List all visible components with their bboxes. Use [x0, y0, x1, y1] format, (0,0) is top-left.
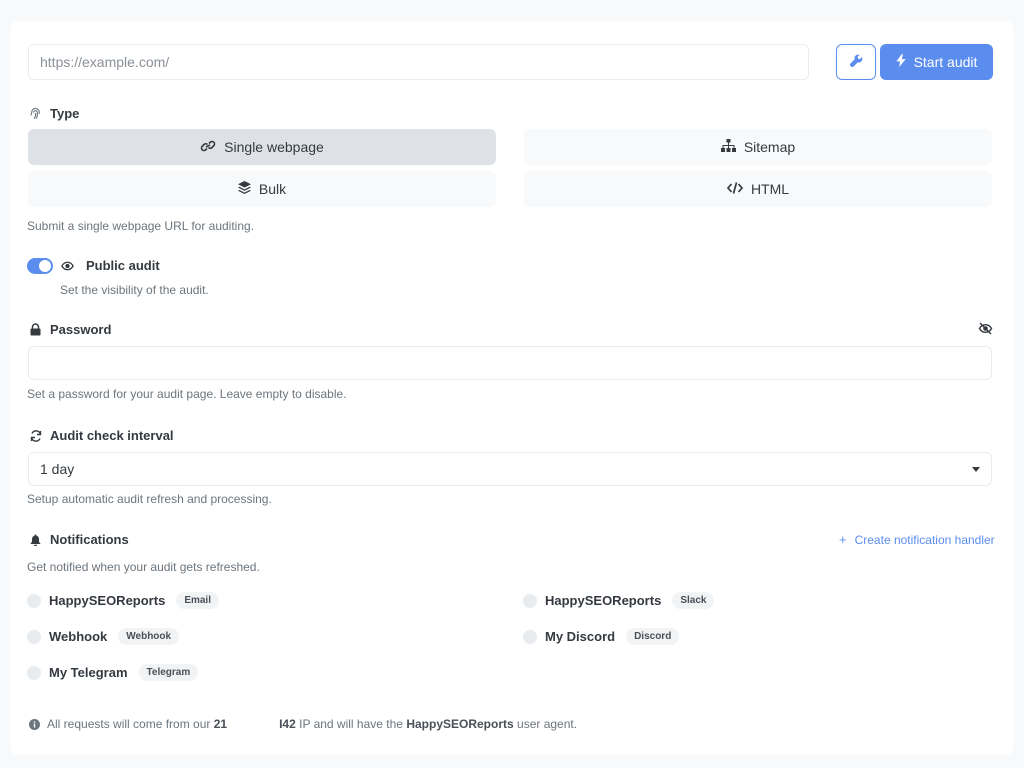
advanced-settings-button[interactable] — [836, 44, 876, 80]
notification-handler-name: My Telegram — [49, 665, 128, 680]
interval-heading: Audit check interval — [29, 428, 174, 443]
footer-ip-part-2: I42 — [279, 717, 296, 731]
type-label: Type — [50, 106, 80, 121]
bolt-icon — [895, 54, 906, 70]
notification-handler-tag: Email — [176, 592, 219, 609]
notification-handler-item[interactable]: Webhook Webhook — [27, 628, 180, 645]
notification-handler-tag: Slack — [672, 592, 715, 609]
chevron-down-icon — [972, 466, 980, 472]
lock-icon — [29, 323, 42, 336]
notification-handler-item[interactable]: HappySEOReports Slack — [523, 592, 715, 609]
notification-handler-tag: Webhook — [118, 628, 180, 645]
type-bulk-label: Bulk — [258, 181, 287, 197]
create-notification-handler-label: Create notification handler — [854, 532, 995, 547]
notification-handler-item[interactable]: My Telegram Telegram — [27, 664, 199, 681]
type-help-text: Submit a single webpage URL for auditing… — [27, 219, 255, 233]
notification-handler-name: Webhook — [49, 629, 108, 644]
bell-icon — [29, 533, 42, 546]
type-html-button[interactable]: HTML — [524, 171, 992, 207]
notification-handler-name: HappySEOReports — [49, 593, 166, 608]
notification-handler-radio[interactable] — [523, 593, 537, 608]
footer-text-3: user agent. — [517, 717, 578, 731]
notification-handler-radio[interactable] — [27, 629, 41, 644]
footer-ip-part-1: 21 — [213, 717, 228, 731]
notification-handler-radio[interactable] — [27, 665, 41, 680]
url-input[interactable] — [28, 44, 809, 80]
footer-text-2: IP and will have the — [299, 717, 403, 731]
notification-handler-name: HappySEOReports — [545, 593, 662, 608]
wrench-icon — [849, 54, 863, 71]
plus-icon: + — [839, 532, 847, 547]
footer-text-1: All requests will come from our — [47, 717, 211, 731]
notification-handler-radio[interactable] — [27, 593, 41, 608]
password-heading: Password — [29, 322, 111, 337]
notifications-label: Notifications — [50, 532, 129, 547]
notifications-heading: Notifications — [29, 532, 129, 547]
interval-selected-value: 1 day — [40, 461, 75, 477]
type-sitemap-label: Sitemap — [743, 139, 796, 155]
start-audit-label: Start audit — [913, 54, 978, 70]
interval-help: Setup automatic audit refresh and proces… — [27, 492, 272, 506]
fingerprint-icon — [29, 107, 42, 120]
notification-handler-name: My Discord — [545, 629, 616, 644]
type-single-webpage-label: Single webpage — [224, 139, 324, 155]
eye-slash-icon — [978, 322, 993, 339]
notification-handler-item[interactable]: My Discord Discord — [523, 628, 680, 645]
layers-icon — [237, 181, 251, 197]
link-icon — [200, 139, 216, 156]
type-html-label: HTML — [750, 181, 790, 197]
notification-handler-radio[interactable] — [523, 629, 537, 644]
code-icon — [726, 181, 744, 197]
public-audit-label: Public audit — [86, 258, 160, 273]
start-audit-button[interactable]: Start audit — [880, 44, 993, 80]
type-single-webpage-button[interactable]: Single webpage — [28, 129, 496, 165]
interval-label: Audit check interval — [50, 428, 174, 443]
footer-user-agent: HappySEOReports — [406, 717, 514, 731]
notifications-help: Get notified when your audit gets refres… — [27, 560, 260, 574]
create-notification-handler-link[interactable]: + Create notification handler — [839, 532, 995, 547]
public-audit-toggle[interactable] — [27, 258, 53, 274]
refresh-icon — [29, 429, 42, 442]
toggle-password-visibility-button[interactable] — [978, 322, 993, 340]
interval-select[interactable]: 1 day — [28, 452, 992, 486]
type-sitemap-button[interactable]: Sitemap — [524, 129, 992, 165]
notification-handler-tag: Telegram — [138, 664, 199, 681]
password-help: Set a password for your audit page. Leav… — [27, 387, 347, 401]
info-icon — [29, 718, 40, 730]
sitemap-icon — [720, 139, 736, 155]
password-label: Password — [50, 322, 112, 337]
public-audit-help: Set the visibility of the audit. — [60, 283, 209, 297]
footer-info: All requests will come from our 21 I42 I… — [29, 717, 577, 731]
notification-handler-item[interactable]: HappySEOReports Email — [27, 592, 219, 609]
public-audit-heading: Public audit — [61, 258, 160, 273]
type-bulk-button[interactable]: Bulk — [28, 171, 496, 207]
type-heading: Type — [29, 106, 79, 121]
password-input[interactable] — [28, 346, 992, 380]
eye-icon — [61, 259, 74, 272]
notification-handler-tag: Discord — [626, 628, 680, 645]
